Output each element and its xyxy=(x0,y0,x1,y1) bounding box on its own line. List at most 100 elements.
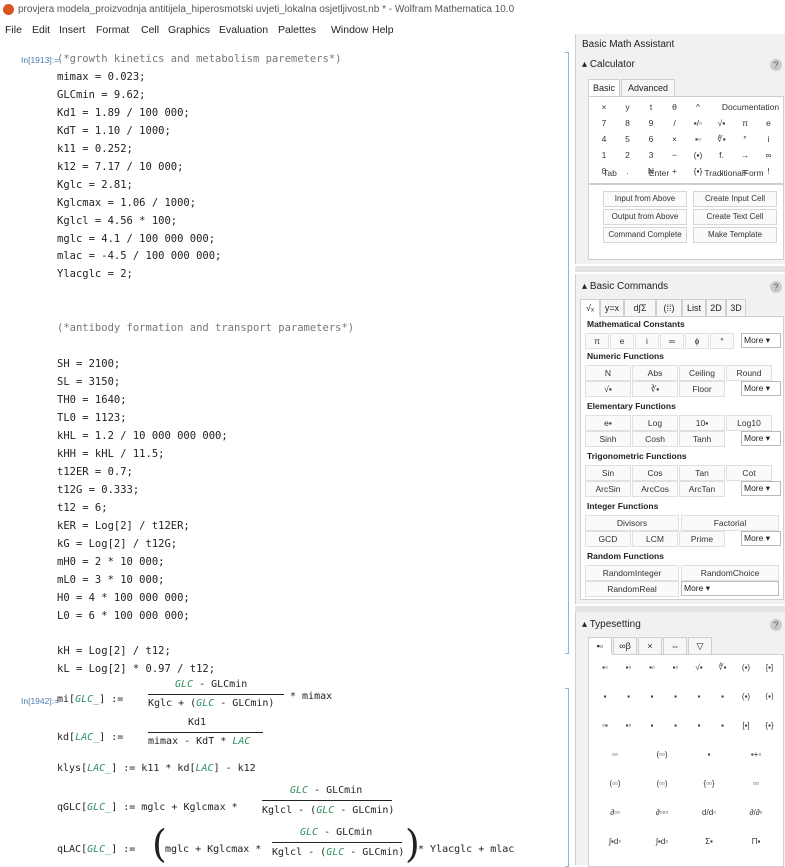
function-button[interactable]: Ceiling xyxy=(679,365,725,381)
function-button[interactable]: ArcSin xyxy=(585,481,631,497)
typesetting-template[interactable]: ▪ xyxy=(642,692,662,701)
calculator-key[interactable]: ° xyxy=(734,134,756,144)
calculator-key[interactable]: 4 xyxy=(593,134,615,144)
function-button[interactable]: π xyxy=(585,333,609,349)
function-button[interactable]: ArcTan xyxy=(679,481,725,497)
function-button[interactable]: Divisors xyxy=(585,515,679,531)
function-button[interactable]: RandomChoice xyxy=(681,565,779,581)
typesetting-template[interactable]: ▪ xyxy=(642,721,662,730)
typesetting-template[interactable]: ▪ xyxy=(689,721,709,730)
typesetting-template[interactable]: Π▪ xyxy=(736,837,776,846)
calculator-key[interactable]: 3 xyxy=(640,150,662,160)
calculator-key[interactable]: y xyxy=(617,102,639,112)
command-complete-button[interactable]: Command Complete xyxy=(603,227,687,243)
function-button[interactable]: e▪ xyxy=(585,415,631,431)
menu-evaluation[interactable]: Evaluation xyxy=(219,24,268,36)
typesetting-template[interactable]: ▫▫ xyxy=(736,779,776,788)
function-button[interactable]: e xyxy=(610,333,634,349)
typesetting-template[interactable]: ▪▫ xyxy=(642,663,662,672)
tab-advanced[interactable]: Advanced xyxy=(621,79,675,97)
function-button[interactable]: ∛▪ xyxy=(632,381,678,397)
calculator-key[interactable]: 7 xyxy=(593,118,615,128)
function-button[interactable]: Tan xyxy=(679,465,725,481)
input-from-above-button[interactable]: Input from Above xyxy=(603,191,687,207)
calculator-key[interactable]: / xyxy=(664,118,686,128)
typesetting-template[interactable]: d/d▫ xyxy=(689,808,729,817)
menu-window[interactable]: Window xyxy=(331,24,368,36)
typesetting-template[interactable]: ∜▪ xyxy=(713,663,733,672)
more-dropdown[interactable]: More ▾ xyxy=(681,581,779,596)
typesetting-template[interactable]: (▫▫) xyxy=(595,779,635,788)
typesetting-template[interactable]: ∫▪d▫ xyxy=(595,837,635,846)
commands-tab[interactable]: √ₓ xyxy=(580,299,600,317)
calculator-key[interactable]: Tab xyxy=(595,168,625,178)
menu-format[interactable]: Format xyxy=(96,24,129,36)
typesetting-template[interactable]: {▪} xyxy=(760,721,780,730)
typesetting-template[interactable]: ▪+▫ xyxy=(736,750,776,759)
typesetting-template[interactable]: (▪) xyxy=(736,663,756,672)
typesetting-template[interactable]: ▪ xyxy=(666,692,686,701)
function-button[interactable]: Log10 xyxy=(726,415,772,431)
calculator-key[interactable]: 5 xyxy=(617,134,639,144)
commands-tab[interactable]: 3D xyxy=(726,299,746,317)
section-calculator[interactable]: ▴ Calculator xyxy=(582,59,635,70)
help-icon[interactable]: ? xyxy=(770,59,782,71)
menu-edit[interactable]: Edit xyxy=(32,24,50,36)
function-button[interactable]: Round xyxy=(726,365,772,381)
typesetting-template[interactable]: [▪] xyxy=(760,663,780,672)
input-cell-parameters[interactable]: (*growth kinetics and metabolism paremet… xyxy=(57,51,354,679)
menu-palettes[interactable]: Palettes xyxy=(278,24,316,36)
typesetting-template[interactable]: ⟨▪⟩ xyxy=(760,692,780,701)
calculator-key[interactable]: √▪ xyxy=(711,118,733,128)
menu-cell[interactable]: Cell xyxy=(141,24,159,36)
cell-bracket[interactable] xyxy=(565,688,569,867)
calculator-key[interactable]: ∞ xyxy=(758,150,780,160)
typesetting-template[interactable]: ▪ xyxy=(689,692,709,701)
output-from-above-button[interactable]: Output from Above xyxy=(603,209,687,225)
function-button[interactable]: Factorial xyxy=(681,515,779,531)
typesetting-template[interactable]: Σ▪ xyxy=(689,837,729,846)
calculator-key[interactable]: f. xyxy=(711,150,733,160)
function-button[interactable]: ϕ xyxy=(685,333,709,349)
typesetting-template[interactable]: {▫▫} xyxy=(689,779,729,788)
documentation-button[interactable]: Documentation xyxy=(711,102,785,112)
function-button[interactable]: Sinh xyxy=(585,431,631,447)
function-button[interactable]: Sin xyxy=(585,465,631,481)
more-dropdown[interactable]: More ▾ xyxy=(741,531,781,546)
calculator-key[interactable]: 2 xyxy=(617,150,639,160)
typesetting-template[interactable]: (▫▫) xyxy=(642,750,682,759)
calculator-key[interactable]: ^ xyxy=(687,102,709,112)
calculator-key[interactable]: → xyxy=(734,150,756,160)
calculator-key[interactable]: e xyxy=(758,118,780,128)
function-button[interactable]: N xyxy=(585,365,631,381)
function-button[interactable]: Prime xyxy=(679,531,725,547)
function-button[interactable]: ArcCos xyxy=(632,481,678,497)
typesetting-template[interactable]: ∂▫▫ xyxy=(595,808,635,817)
typesetting-template[interactable]: [▪] xyxy=(736,721,756,730)
function-button[interactable]: Tanh xyxy=(679,431,725,447)
typesetting-template[interactable]: ▫▫ xyxy=(595,750,635,759)
function-button[interactable]: Log xyxy=(632,415,678,431)
more-dropdown[interactable]: More ▾ xyxy=(741,431,781,446)
function-button[interactable]: GCD xyxy=(585,531,631,547)
function-button[interactable]: Cos xyxy=(632,465,678,481)
function-button[interactable]: 10▪ xyxy=(679,415,725,431)
typesetting-template[interactable]: ▪ xyxy=(713,721,733,730)
calculator-key[interactable]: × xyxy=(664,134,686,144)
typesetting-tab[interactable]: ▽ xyxy=(688,637,712,655)
function-button[interactable]: Floor xyxy=(679,381,725,397)
calculator-key[interactable]: 9 xyxy=(640,118,662,128)
calculator-key[interactable]: i xyxy=(758,134,780,144)
def-klys[interactable]: klys[LAC_] := k11 * kd[LAC] - k12 xyxy=(57,763,256,774)
function-button[interactable]: √▪ xyxy=(585,381,631,397)
cell-bracket[interactable] xyxy=(565,52,569,654)
function-button[interactable]: RandomReal xyxy=(585,581,679,597)
calculator-key[interactable]: 6 xyxy=(640,134,662,144)
calculator-key[interactable]: π xyxy=(734,118,756,128)
help-icon[interactable]: ? xyxy=(770,281,782,293)
menu-insert[interactable]: Insert xyxy=(59,24,85,36)
tab-basic[interactable]: Basic xyxy=(588,79,620,97)
calculator-key[interactable]: × xyxy=(593,102,615,112)
calculator-key[interactable]: Enter xyxy=(637,168,681,178)
make-template-button[interactable]: Make Template xyxy=(693,227,777,243)
